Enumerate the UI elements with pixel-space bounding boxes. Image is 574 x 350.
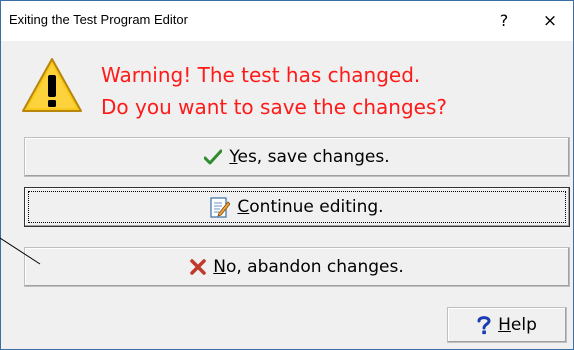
titlebar-help-button[interactable]: ? (481, 1, 527, 41)
warning-line-1: Warning! The test has changed. (101, 63, 421, 87)
window-title: Exiting the Test Program Editor (9, 12, 188, 27)
warning-icon (22, 58, 82, 112)
help-button[interactable]: Help (447, 307, 567, 343)
warning-message: Warning! The test has changed. Do you wa… (101, 59, 447, 123)
checkmark-icon (204, 149, 223, 165)
question-mark-icon (477, 315, 491, 335)
yes-save-button[interactable]: Yes, save changes. (24, 137, 570, 177)
yes-button-label: Yes, save changes. (229, 147, 390, 167)
red-x-icon (190, 259, 206, 275)
continue-editing-button[interactable]: Continue editing. (24, 187, 570, 227)
warning-line-2: Do you want to save the changes? (101, 95, 448, 119)
title-bar: Exiting the Test Program Editor ? × (1, 1, 573, 41)
no-abandon-button[interactable]: No, abandon changes. (24, 247, 570, 287)
edit-document-icon (210, 196, 231, 218)
titlebar-close-button[interactable]: × (527, 1, 573, 41)
continue-button-label: Continue editing. (237, 197, 384, 217)
dialog-window: Exiting the Test Program Editor ? × Warn… (0, 0, 574, 350)
no-button-label: No, abandon changes. (213, 257, 404, 277)
help-button-label: Help (498, 315, 537, 335)
